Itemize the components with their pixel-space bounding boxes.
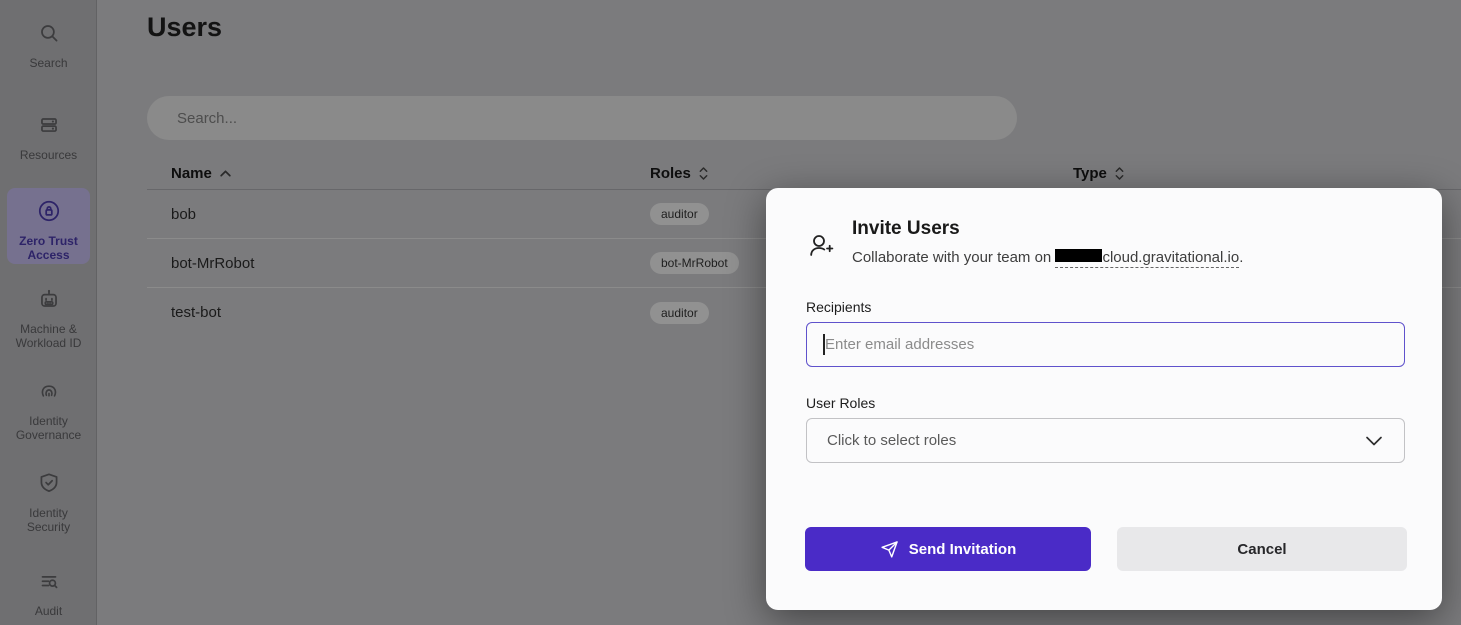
cancel-button[interactable]: Cancel xyxy=(1117,527,1407,571)
recipients-label: Recipients xyxy=(806,299,871,315)
sidebar: Search Resources Zero Trust Access xyxy=(0,0,97,625)
roles-select-placeholder: Click to select roles xyxy=(827,432,956,449)
sidebar-item-identity-security[interactable]: Identity Security xyxy=(0,470,97,534)
list-search-icon xyxy=(36,568,62,599)
sidebar-item-label: Resources xyxy=(20,148,77,162)
sort-asc-icon xyxy=(219,169,232,178)
user-name: bob xyxy=(147,206,650,223)
page-title: Users xyxy=(147,12,222,43)
cluster-domain: cloud.gravitational.io xyxy=(1055,249,1239,268)
modal-title: Invite Users xyxy=(852,218,1243,240)
sidebar-item-resources[interactable]: Resources xyxy=(0,112,97,162)
column-header-name[interactable]: Name xyxy=(147,165,650,182)
sidebar-item-identity-governance[interactable]: Identity Governance xyxy=(0,378,97,442)
fingerprint-icon xyxy=(36,378,62,409)
modal-subtitle: Collaborate with your team on cloud.grav… xyxy=(852,249,1243,266)
column-header-roles[interactable]: Roles xyxy=(650,165,1073,182)
send-icon xyxy=(880,540,899,559)
lock-circle-icon xyxy=(36,198,62,229)
sidebar-item-audit[interactable]: Audit xyxy=(0,568,97,618)
column-header-type[interactable]: Type xyxy=(1073,165,1461,182)
user-name: test-bot xyxy=(147,304,650,321)
sidebar-item-label: Search xyxy=(29,56,67,70)
shield-check-icon xyxy=(36,470,62,501)
sidebar-item-label: Zero Trust Access xyxy=(13,234,85,262)
role-pill: bot-MrRobot xyxy=(650,252,739,274)
sidebar-item-zero-trust-access[interactable]: Zero Trust Access xyxy=(7,188,90,264)
sidebar-item-search[interactable]: Search xyxy=(0,20,97,70)
role-pill: auditor xyxy=(650,203,709,225)
sidebar-item-label: Identity Governance xyxy=(5,414,93,442)
role-pill: auditor xyxy=(650,302,709,324)
user-name: bot-MrRobot xyxy=(147,255,650,272)
table-header-row: Name Roles Type xyxy=(147,158,1461,190)
user-roles-label: User Roles xyxy=(806,395,875,411)
modal-header: Invite Users Collaborate with your team … xyxy=(806,218,1243,266)
resources-icon xyxy=(36,112,62,143)
search-icon xyxy=(36,20,62,51)
roles-select[interactable]: Click to select roles xyxy=(806,418,1405,463)
sidebar-item-label: Identity Security xyxy=(13,506,85,534)
sidebar-item-label: Audit xyxy=(35,604,62,618)
text-cursor xyxy=(823,334,825,355)
sidebar-item-machine-workload-id[interactable]: Machine & Workload ID xyxy=(0,286,97,350)
search-input[interactable] xyxy=(147,96,1017,140)
sort-both-icon xyxy=(698,166,709,181)
sidebar-item-label: Machine & Workload ID xyxy=(4,322,94,350)
robot-icon xyxy=(36,286,62,317)
person-add-icon xyxy=(806,230,836,266)
recipients-input[interactable] xyxy=(806,322,1405,367)
redacted-tenant-name xyxy=(1055,249,1102,262)
send-invitation-button[interactable]: Send Invitation xyxy=(805,527,1091,571)
chevron-down-icon xyxy=(1364,435,1384,447)
sort-both-icon xyxy=(1114,166,1125,181)
invite-users-modal: Invite Users Collaborate with your team … xyxy=(766,188,1442,610)
